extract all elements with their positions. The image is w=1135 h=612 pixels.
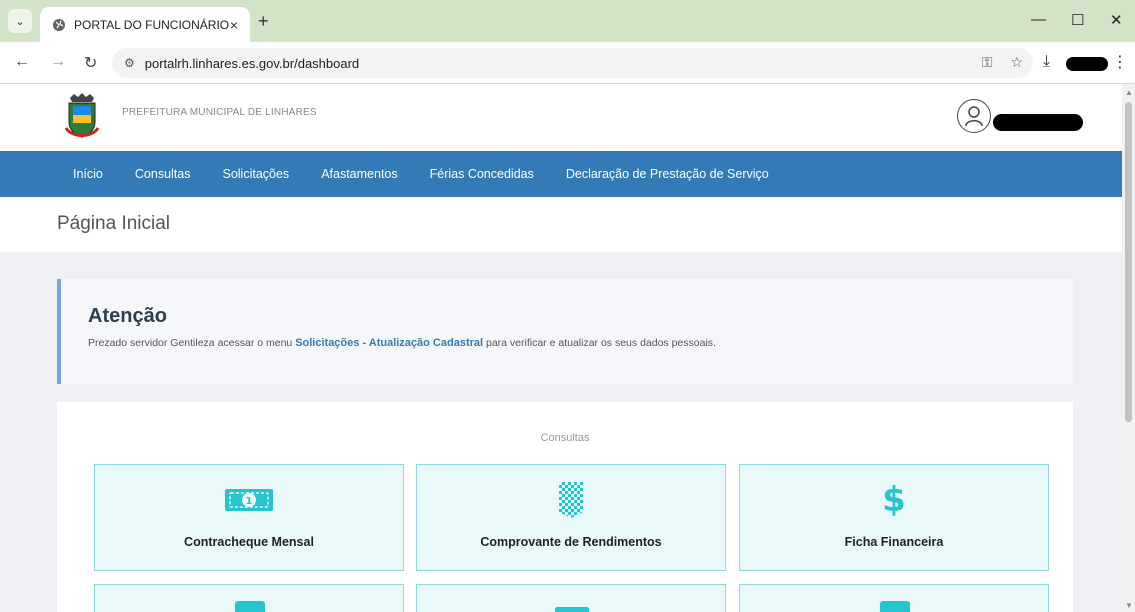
scroll-up-icon[interactable]: ▲ [1125, 88, 1133, 97]
svg-text:1: 1 [246, 496, 253, 507]
alert-link-atualizacao-cadastral[interactable]: Solicitações - Atualização Cadastral [295, 337, 483, 349]
alert-text-before: Prezado servidor Gentileza acessar o men… [88, 337, 296, 349]
maximize-button[interactable]: ☐ [1071, 11, 1084, 29]
card-label: Comprovante de Rendimentos [480, 535, 662, 549]
browser-tab[interactable]: PORTAL DO FUNCIONÁRIO × [40, 7, 250, 42]
back-arrow-icon[interactable]: ← [14, 53, 30, 71]
browser-toolbar: ← → ↻ ⚙ portalrh.linhares.es.gov.br/dash… [0, 42, 1135, 84]
wallet-icon [235, 601, 265, 612]
card-label: Ficha Financeira [844, 535, 944, 549]
user-icon [965, 106, 983, 127]
site-info-icon[interactable]: ⚙ [124, 56, 135, 70]
card-contracheque-mensal[interactable]: 1 Contracheque Mensal [94, 464, 404, 571]
card-partial-2[interactable] [416, 584, 726, 612]
card-partial-3[interactable] [739, 584, 1049, 612]
scroll-thumb[interactable] [1125, 102, 1132, 422]
chevron-down-icon: ⌄ [15, 15, 25, 28]
key-icon[interactable]: ⚿ [982, 54, 993, 70]
tab-search-button[interactable]: ⌄ [8, 9, 32, 33]
scroll-down-icon[interactable]: ▼ [1125, 601, 1133, 610]
minimize-button[interactable]: — [1031, 11, 1046, 28]
page-title-bar: Página Inicial [0, 197, 1122, 252]
reload-icon[interactable]: ↻ [84, 53, 97, 73]
org-name: PREFEITURA MUNICIPAL DE LINHARES [122, 107, 317, 118]
alert-title: Atenção [88, 305, 167, 327]
nav-item-consultas[interactable]: Consultas [135, 167, 191, 181]
site-header: PREFEITURA MUNICIPAL DE LINHARES [0, 84, 1122, 151]
alert-message: Prezado servidor Gentileza acessar o men… [88, 337, 716, 349]
nav-item-declaracao[interactable]: Declaração de Prestação de Serviço [566, 167, 769, 181]
dollar-icon: $ [882, 480, 906, 520]
coat-of-arms-logo [64, 93, 100, 138]
browser-menu-icon[interactable]: ⋮ [1112, 52, 1128, 72]
card-ficha-financeira[interactable]: $ Ficha Financeira [739, 464, 1049, 571]
panel-title: Consultas [540, 432, 590, 444]
money-bill-icon: 1 [225, 489, 273, 511]
url-text: portalrh.linhares.es.gov.br/dashboard [144, 55, 360, 71]
user-menu-button[interactable] [957, 99, 991, 133]
profile-avatar-redacted[interactable] [1066, 57, 1108, 71]
globe-icon [53, 18, 65, 31]
alert-text-after: para verificar e atualizar os seus dados… [483, 337, 716, 349]
main-nav: Início Consultas Solicitações Afastament… [0, 151, 1122, 197]
card-icon [555, 607, 589, 612]
user-name-redacted[interactable] [993, 114, 1083, 131]
browser-tab-bar: ⌄ PORTAL DO FUNCIONÁRIO × + — ☐ ✕ [0, 0, 1135, 42]
nav-item-afastamentos[interactable]: Afastamentos [321, 167, 397, 181]
new-tab-button[interactable]: + [258, 11, 269, 32]
tab-close-icon[interactable]: × [230, 17, 238, 33]
download-icon[interactable]: ⤓ [1043, 53, 1050, 71]
consultas-panel: Consultas 1 Contracheque Mensal Comprova… [57, 402, 1073, 612]
card-label: Contracheque Mensal [184, 535, 314, 549]
tab-title: PORTAL DO FUNCIONÁRIO [74, 17, 230, 32]
checkered-icon [559, 482, 583, 518]
page-title: Página Inicial [57, 213, 171, 234]
forward-arrow-icon[interactable]: → [50, 53, 66, 71]
address-bar[interactable]: ⚙ portalrh.linhares.es.gov.br/dashboard … [112, 48, 1033, 78]
nav-item-solicitacoes[interactable]: Solicitações [222, 167, 289, 181]
wallet-icon [880, 601, 910, 612]
attention-alert: Atenção Prezado servidor Gentileza acess… [57, 279, 1073, 384]
page-scrollbar[interactable]: ▲ ▼ [1122, 84, 1135, 612]
nav-item-ferias-concedidas[interactable]: Férias Concedidas [430, 167, 534, 181]
close-window-button[interactable]: ✕ [1110, 11, 1123, 29]
nav-item-inicio[interactable]: Início [73, 167, 103, 181]
card-partial-1[interactable] [94, 584, 404, 612]
card-comprovante-rendimentos[interactable]: Comprovante de Rendimentos [416, 464, 726, 571]
bookmark-star-icon[interactable]: ☆ [1010, 54, 1023, 70]
page-viewport: PREFEITURA MUNICIPAL DE LINHARES Início … [0, 84, 1122, 612]
